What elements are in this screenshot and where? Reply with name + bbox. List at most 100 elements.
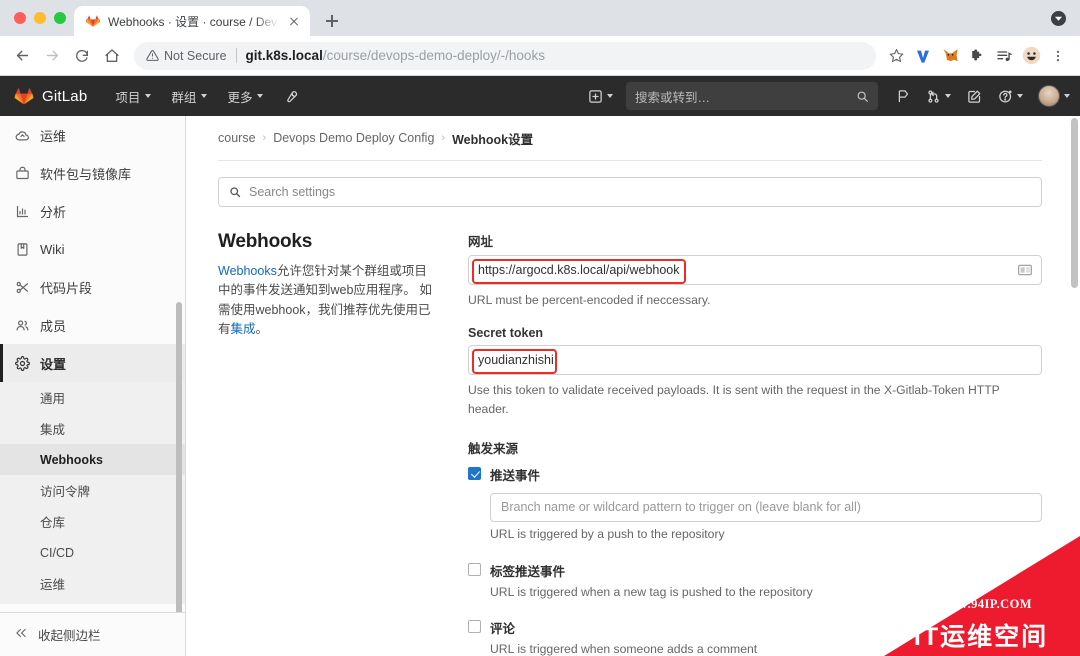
sidebar-subitem-integrations[interactable]: 集成 [0, 413, 185, 444]
sidebar-scroll-region: 运维 软件包与镜像库 分析 Wiki 代码片段 成员 设置 通用 集成 Webh… [0, 116, 185, 612]
sidebar-item-members[interactable]: 成员 [0, 306, 185, 344]
url-field-label: 网址 [468, 235, 494, 249]
address-bar[interactable]: Not Secure git.k8s.local/course/devops-d… [134, 41, 876, 70]
breadcrumb: course › Devops Demo Deploy Config › Web… [218, 116, 1042, 160]
section-description: Webhooks允许您针对某个群组或项目中的事件发送通知到web应用程序。 如需… [218, 262, 438, 340]
sidebar-subitem-access-tokens[interactable]: 访问令牌 [0, 475, 185, 506]
push-events-description: URL is triggered by a push to the reposi… [490, 526, 725, 541]
collapse-sidebar-label: 收起侧边栏 [38, 629, 101, 643]
cloud-icon [14, 127, 30, 143]
project-sidebar: 运维 软件包与镜像库 分析 Wiki 代码片段 成员 设置 通用 集成 Webh… [0, 116, 186, 656]
chevron-down-icon [201, 94, 208, 98]
push-events-checkbox-row[interactable]: 推送事件 [468, 465, 1042, 484]
sidebar-subitem-label: 访问令牌 [40, 485, 91, 499]
sidebar-subitem-repository[interactable]: 仓库 [0, 506, 185, 537]
page-scrollbar[interactable] [1071, 118, 1078, 288]
home-icon[interactable] [98, 42, 126, 70]
gitlab-navbar: GitLab 项目 群组 更多 搜索或转到… [0, 76, 1080, 116]
user-menu[interactable] [1032, 85, 1070, 107]
webhooks-doc-link[interactable]: Webhooks [218, 264, 277, 278]
tabstrip-download-button[interactable] [1051, 11, 1066, 26]
tag-push-description: URL is triggered when a new tag is pushe… [490, 584, 813, 599]
merge-requests-icon[interactable] [919, 82, 958, 110]
sidebar-item-label: Wiki [40, 241, 65, 257]
close-tab-button[interactable] [286, 13, 302, 29]
trigger-push-events: 推送事件 Branch name or wildcard pattern to … [468, 465, 1042, 544]
minimize-window-button[interactable] [34, 12, 46, 24]
browser-tab[interactable]: Webhooks · 设置 · course / Dev [74, 6, 310, 36]
secret-token-input[interactable]: youdianzhishi [468, 345, 1042, 376]
push-events-label: 推送事件 [490, 468, 541, 483]
gitlab-fox-icon [85, 13, 101, 29]
webhook-url-value: https://argocd.k8s.local/api/webhook [478, 263, 680, 277]
sidebar-subitem-cicd[interactable]: CI/CD [0, 537, 185, 568]
section-description-column: Webhooks Webhooks允许您针对某个群组或项目中的事件发送通知到we… [218, 231, 468, 656]
sidebar-subitem-monitor[interactable]: 运维 [0, 568, 185, 599]
search-settings-input[interactable]: Search settings [218, 177, 1042, 207]
star-icon[interactable] [884, 44, 908, 68]
nav-more[interactable]: 更多 [217, 82, 273, 110]
todos-icon[interactable] [960, 82, 989, 110]
comments-description: URL is triggered when someone adds a com… [490, 642, 758, 656]
back-arrow-icon[interactable] [8, 42, 36, 70]
playlist-icon[interactable] [992, 44, 1016, 68]
gitlab-logo[interactable]: GitLab [14, 86, 87, 106]
kebab-menu-icon[interactable] [1046, 44, 1070, 68]
sidebar-item-label: 分析 [40, 204, 67, 220]
wrench-icon[interactable] [273, 89, 308, 104]
extensions-area [884, 44, 1070, 68]
chevron-down-icon [1064, 94, 1070, 98]
new-tab-button[interactable] [318, 7, 346, 35]
sidebar-item-packages[interactable]: 软件包与镜像库 [0, 154, 185, 192]
sidebar-item-analytics[interactable]: 分析 [0, 192, 185, 230]
security-status[interactable]: Not Secure [146, 49, 227, 63]
sidebar-subitem-label: 仓库 [40, 516, 66, 530]
users-icon [14, 317, 30, 333]
browser-toolbar: Not Secure git.k8s.local/course/devops-d… [0, 36, 1080, 76]
create-new-button[interactable] [581, 82, 620, 110]
push-branch-filter-input[interactable]: Branch name or wildcard pattern to trigg… [490, 492, 1042, 522]
browser-tabstrip: Webhooks · 设置 · course / Dev [0, 0, 1080, 36]
url-field-helper: URL must be percent-encoded if neccessar… [468, 293, 711, 307]
chevron-down-icon [607, 94, 613, 98]
webhooks-settings-section: Webhooks Webhooks允许您针对某个群组或项目中的事件发送通知到we… [218, 231, 1042, 656]
integrations-link[interactable]: 集成 [231, 322, 256, 336]
tag-push-checkbox[interactable] [468, 562, 481, 576]
user-avatar[interactable] [1038, 85, 1060, 107]
sidebar-subitem-webhooks[interactable]: Webhooks [0, 444, 185, 475]
profile-emoji-icon[interactable] [1019, 44, 1043, 68]
close-window-button[interactable] [14, 12, 26, 24]
comments-checkbox[interactable] [468, 620, 481, 634]
tag-push-checkbox-row[interactable]: 标签推送事件 [468, 561, 1042, 580]
sidebar-item-snippets[interactable]: 代码片段 [0, 268, 185, 306]
browser-window: Webhooks · 设置 · course / Dev Not Secure [0, 0, 1080, 656]
autofill-icon[interactable] [1017, 262, 1033, 281]
collapse-sidebar-button[interactable]: 收起侧边栏 [0, 612, 185, 656]
comments-checkbox-row[interactable]: 评论 [468, 618, 1042, 637]
reload-icon[interactable] [68, 42, 96, 70]
webhook-url-input[interactable]: https://argocd.k8s.local/api/webhook [468, 255, 1042, 285]
global-search-input[interactable]: 搜索或转到… [626, 82, 878, 110]
breadcrumb-item-project[interactable]: Devops Demo Deploy Config [273, 131, 434, 145]
sidebar-item-wiki[interactable]: Wiki [0, 230, 185, 268]
breadcrumb-item-group[interactable]: course [218, 131, 256, 145]
issues-icon[interactable] [888, 82, 917, 110]
vimium-icon[interactable] [911, 44, 935, 68]
window-controls [10, 0, 74, 36]
trigger-tag-push-events: 标签推送事件 URL is triggered when a new tag i… [468, 561, 1042, 602]
metamask-fox-icon[interactable] [938, 44, 962, 68]
sidebar-scrollbar[interactable] [176, 302, 182, 612]
sidebar-item-settings[interactable]: 设置 [0, 344, 185, 382]
maximize-window-button[interactable] [54, 12, 66, 24]
nav-projects[interactable]: 项目 [105, 82, 161, 110]
help-icon[interactable] [991, 82, 1030, 110]
puzzle-extensions-icon[interactable] [965, 44, 989, 68]
sidebar-subitem-general[interactable]: 通用 [0, 382, 185, 413]
sidebar-item-label: 软件包与镜像库 [40, 166, 132, 182]
gitlab-fox-icon [14, 87, 34, 105]
nav-groups[interactable]: 群组 [161, 82, 217, 110]
forward-arrow-icon[interactable] [38, 42, 66, 70]
sidebar-subitem-label: 通用 [40, 392, 66, 406]
push-events-checkbox[interactable] [468, 466, 481, 480]
sidebar-item-operations[interactable]: 运维 [0, 116, 185, 154]
